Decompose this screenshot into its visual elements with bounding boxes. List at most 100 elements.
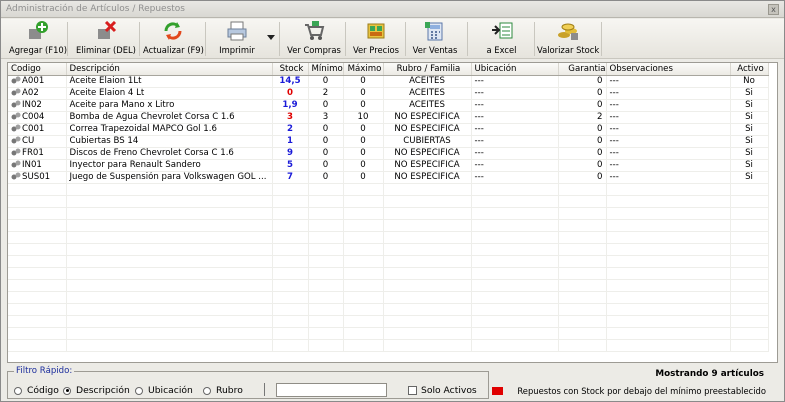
cell-observaciones: --- bbox=[606, 147, 731, 160]
cell-ubicacion: --- bbox=[471, 171, 559, 184]
table-row[interactable]: C001 Correa Trapezoidal MAPCO Gol 1.6 2 0 0 N… bbox=[8, 123, 769, 136]
print-icon bbox=[227, 21, 247, 41]
cell-stock: 0 bbox=[272, 87, 309, 100]
cell-codigo-text: A001 bbox=[22, 76, 45, 86]
table-row[interactable]: IN01 Inyector para Renault Sandero 5 0 0 NO E… bbox=[8, 159, 769, 172]
table-row[interactable]: CU Cubiertas BS 14 1 0 0 CUBIERTAS --- 0 --- Si bbox=[8, 135, 769, 148]
prices-button[interactable]: Ver Precios bbox=[349, 21, 403, 57]
active-only-label: Solo Activos bbox=[421, 385, 477, 396]
cell-garantia: 0 bbox=[558, 123, 607, 136]
toolbar-divider bbox=[467, 22, 468, 56]
item-icon bbox=[11, 136, 21, 144]
table-row[interactable]: C004 Bomba de Agua Chevrolet Corsa C 1.6 3… bbox=[8, 111, 769, 124]
cell-rubro: CUBIERTAS bbox=[383, 135, 472, 148]
cell-activo: No bbox=[730, 75, 769, 88]
col-stock[interactable]: Stock bbox=[272, 63, 309, 76]
quick-search-input[interactable] bbox=[276, 383, 387, 397]
cell-activo: Si bbox=[730, 111, 769, 124]
radio-descripcion[interactable] bbox=[63, 386, 71, 395]
cell-observaciones: --- bbox=[606, 123, 731, 136]
stock-value-label: Valorizar Stock bbox=[537, 45, 600, 55]
cell-garantia: 0 bbox=[558, 87, 607, 100]
cell-ubicacion: --- bbox=[471, 123, 559, 136]
dropdown-arrow-icon bbox=[267, 35, 275, 40]
print-dropdown[interactable] bbox=[265, 21, 277, 57]
radio-codigo[interactable] bbox=[14, 386, 22, 395]
cell-garantia: 0 bbox=[558, 171, 607, 184]
cell-codigo: SUS01 bbox=[8, 171, 67, 184]
empty-row bbox=[8, 231, 769, 244]
cell-descripcion: Discos de Freno Chevrolet Corsa C 1.6 bbox=[66, 147, 273, 160]
filter-option-label: Descripción bbox=[76, 385, 130, 396]
cell-observaciones: --- bbox=[606, 75, 731, 88]
sales-button[interactable]: Ver Ventas bbox=[409, 21, 461, 57]
table-row[interactable]: A02 Aceite Elaion 4 Lt 0 2 0 ACEITES --- 0 --- Si bbox=[8, 87, 769, 100]
active-only-toggle[interactable]: Solo Activos bbox=[408, 385, 477, 396]
delete-button[interactable]: Eliminar (DEL) bbox=[74, 21, 138, 57]
cell-observaciones: --- bbox=[606, 171, 731, 184]
cell-stock: 1 bbox=[272, 135, 309, 148]
low-stock-swatch bbox=[492, 387, 504, 395]
cell-garantia: 0 bbox=[558, 99, 607, 112]
cell-minimo: 0 bbox=[308, 159, 344, 172]
col-rubro[interactable]: Rubro / Familia bbox=[383, 63, 472, 76]
add-button[interactable]: Agregar (F10) bbox=[9, 21, 67, 57]
col-observaciones[interactable]: Observaciones bbox=[606, 63, 731, 76]
cell-codigo-text: C001 bbox=[22, 124, 45, 134]
table-row[interactable]: FR01 Discos de Freno Chevrolet Corsa C 1.… bbox=[8, 147, 769, 160]
cell-codigo: CU bbox=[8, 135, 67, 148]
cell-minimo: 0 bbox=[308, 99, 344, 112]
cell-rubro: NO ESPECIFICA bbox=[383, 159, 472, 172]
cell-codigo-text: C004 bbox=[22, 112, 45, 122]
excel-label: a Excel bbox=[486, 45, 517, 55]
empty-row bbox=[8, 303, 769, 316]
filter-option-codigo[interactable]: Código bbox=[14, 385, 59, 396]
cell-ubicacion: --- bbox=[471, 75, 559, 88]
filter-option-ubicacion[interactable]: Ubicación bbox=[135, 385, 193, 396]
filter-option-descripcion[interactable]: Descripción bbox=[63, 385, 130, 396]
filter-option-label: Código bbox=[27, 385, 59, 396]
empty-row bbox=[8, 255, 769, 268]
cell-rubro: ACEITES bbox=[383, 75, 472, 88]
cell-maximo: 0 bbox=[343, 171, 384, 184]
print-button[interactable]: Imprimir bbox=[211, 21, 263, 57]
active-only-checkbox[interactable] bbox=[408, 386, 417, 395]
col-descripcion[interactable]: Descripción bbox=[66, 63, 273, 76]
item-icon bbox=[11, 76, 21, 84]
cell-stock: 5 bbox=[272, 159, 309, 172]
articles-table[interactable]: Codigo Descripción Stock Mínimo Máximo R… bbox=[7, 62, 778, 363]
cell-minimo: 0 bbox=[308, 75, 344, 88]
cell-codigo-text: IN02 bbox=[22, 100, 42, 110]
cell-ubicacion: --- bbox=[471, 87, 559, 100]
stock-value-button[interactable]: Valorizar Stock bbox=[537, 21, 599, 57]
table-header: Codigo Descripción Stock Mínimo Máximo R… bbox=[8, 63, 769, 76]
col-maximo[interactable]: Máximo bbox=[343, 63, 384, 76]
cell-stock: 9 bbox=[272, 147, 309, 160]
refresh-button[interactable]: Actualizar (F9) bbox=[143, 21, 204, 57]
col-codigo[interactable]: Codigo bbox=[8, 63, 67, 76]
radio-rubro[interactable] bbox=[203, 386, 211, 395]
toolbar-divider bbox=[139, 22, 140, 56]
cell-activo: Si bbox=[730, 99, 769, 112]
toolbar: Agregar (F10) Eliminar (DEL) Actualizar … bbox=[1, 19, 784, 59]
radio-ubicacion[interactable] bbox=[135, 386, 143, 395]
calculator-icon bbox=[425, 22, 443, 41]
col-garantia[interactable]: Garantia bbox=[558, 63, 607, 76]
col-ubicacion[interactable]: Ubicación bbox=[471, 63, 559, 76]
item-icon bbox=[11, 100, 21, 108]
close-button[interactable]: x bbox=[768, 4, 779, 15]
excel-button[interactable]: a Excel bbox=[474, 21, 529, 57]
price-icon bbox=[367, 23, 385, 39]
cell-codigo-text: FR01 bbox=[22, 148, 44, 158]
table-row[interactable]: A001 Aceite Elaion 1Lt 14,5 0 0 ACEITES --- 0 --… bbox=[8, 75, 769, 88]
cell-observaciones: --- bbox=[606, 111, 731, 124]
purchases-button[interactable]: Ver Compras bbox=[284, 21, 344, 57]
cell-rubro: ACEITES bbox=[383, 99, 472, 112]
cell-codigo-text: SUS01 bbox=[22, 172, 51, 182]
filter-option-rubro[interactable]: Rubro bbox=[203, 385, 243, 396]
col-activo[interactable]: Activo bbox=[730, 63, 769, 76]
table-row[interactable]: IN02 Aceite para Mano x Litro 1,9 0 0 ACEITES… bbox=[8, 99, 769, 112]
col-minimo[interactable]: Mínimo bbox=[308, 63, 344, 76]
table-row[interactable]: SUS01 Juego de Suspensión para Volkswagen… bbox=[8, 171, 769, 184]
delete-label: Eliminar (DEL) bbox=[76, 45, 136, 55]
